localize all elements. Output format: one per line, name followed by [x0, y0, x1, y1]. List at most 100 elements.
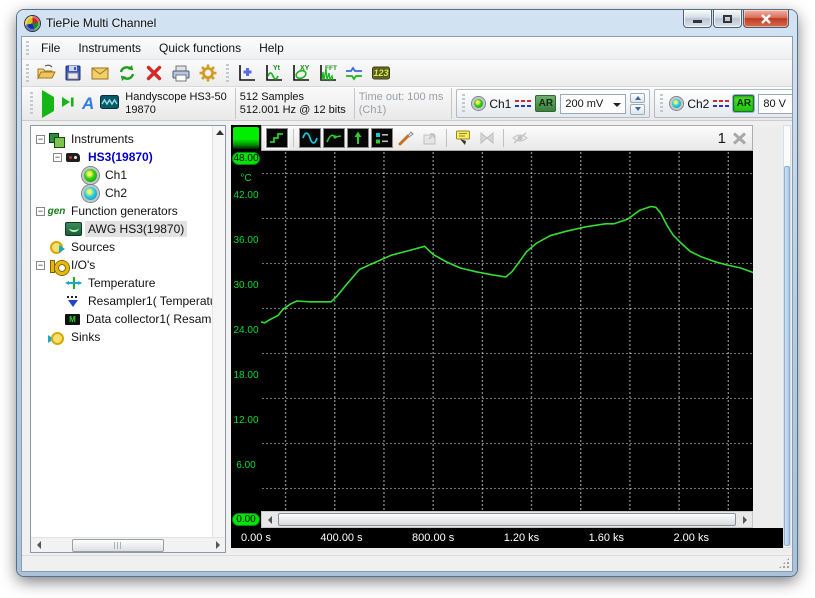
xy-graph-button[interactable]: XY: [287, 61, 313, 85]
tree-item-data-collector1-resample[interactable]: MData collector1( Resample: [31, 310, 212, 328]
tree-item-temperature[interactable]: Temperature: [31, 274, 212, 292]
ch2-coupling-icon[interactable]: [713, 99, 729, 109]
minimize-button[interactable]: [683, 10, 712, 28]
chart-workspace: 1 °C 48.0042.0036.0030.0024.0018.0012.00…: [231, 125, 789, 553]
yt-graph-button[interactable]: Yt: [260, 61, 286, 85]
sine-interpolation-button[interactable]: [299, 128, 321, 148]
ch2-range-select[interactable]: 80 V: [758, 94, 793, 114]
delete-button[interactable]: [141, 61, 167, 85]
tree-horizontal-scrollbar[interactable]: [31, 537, 225, 552]
close-button[interactable]: [743, 10, 789, 28]
autoscale-button[interactable]: [347, 128, 369, 148]
maximize-button[interactable]: [713, 10, 742, 28]
arrow-up-icon: [350, 130, 366, 146]
tree-item-hs3-19870[interactable]: −HS3(19870): [31, 148, 212, 166]
svg-text:XY: XY: [300, 65, 310, 72]
add-comment-button[interactable]: [452, 128, 474, 148]
zoom-rect-icon: [421, 129, 439, 147]
tree-item-resampler1-temperature[interactable]: Resampler1( Temperature: [31, 292, 212, 310]
y-axis-tick[interactable]: 48.00: [232, 152, 260, 165]
fft-graph-button[interactable]: FFT: [314, 61, 340, 85]
tree-vertical-scrollbar[interactable]: [212, 126, 225, 537]
ch1-range-value: 200 mV: [565, 98, 603, 110]
tree-item-instruments[interactable]: −Instruments: [31, 130, 212, 148]
window-title: TiePie Multi Channel: [46, 16, 156, 30]
ch1-led-icon[interactable]: [472, 97, 485, 110]
draw-button[interactable]: [395, 128, 417, 148]
graph-number: 1: [714, 130, 730, 147]
ch1-autorange-button[interactable]: AR: [535, 95, 556, 112]
tree-item-sources[interactable]: Sources: [31, 238, 212, 256]
settings-button[interactable]: [195, 61, 221, 85]
ch2-grip: [660, 94, 663, 113]
ch1-range-up-button[interactable]: [630, 93, 645, 104]
workspace-vertical-scrollbar[interactable]: [783, 125, 791, 548]
autodisk-button[interactable]: A: [82, 95, 94, 112]
tree-item-sinks[interactable]: Sinks: [31, 328, 212, 346]
ch1-range-select[interactable]: 200 mV: [560, 94, 626, 114]
menu-quick-functions[interactable]: Quick functions: [150, 38, 250, 58]
tree-expander-icon[interactable]: −: [36, 207, 45, 216]
resize-grip[interactable]: [778, 557, 790, 569]
ch1-coupling-icon[interactable]: [515, 99, 531, 109]
ch1-range-down-button[interactable]: [630, 104, 645, 115]
y-axis-handle[interactable]: [231, 125, 261, 151]
tree-expander-icon[interactable]: −: [53, 153, 62, 162]
left-arrow-icon: [268, 516, 272, 524]
tree-item-label: Ch2: [102, 185, 130, 201]
menu-file[interactable]: File: [32, 38, 69, 58]
start-button[interactable]: [42, 97, 54, 111]
menu-help[interactable]: Help: [250, 38, 293, 58]
hide-source-button[interactable]: [509, 128, 531, 148]
title-bar[interactable]: TiePie Multi Channel: [21, 10, 793, 36]
tree-hscroll-thumb[interactable]: [72, 539, 164, 552]
scroll-left-button[interactable]: [31, 538, 46, 553]
refresh-button[interactable]: [114, 61, 140, 85]
email-button[interactable]: [87, 61, 113, 85]
plot-scroll-left-button[interactable]: [262, 512, 277, 527]
add-graph-button[interactable]: [233, 61, 259, 85]
envelope-button[interactable]: [323, 128, 345, 148]
y-axis-tick[interactable]: 0.00: [232, 513, 260, 526]
graph-window: 1 °C 48.0042.0036.0030.0024.0018.0012.00…: [231, 125, 783, 548]
tree-expander-icon[interactable]: −: [36, 135, 45, 144]
zoom-window-button[interactable]: [419, 128, 441, 148]
tree-item-ch2[interactable]: Ch2: [31, 184, 212, 202]
scroll-right-button[interactable]: [210, 538, 225, 553]
tree-item-ch1[interactable]: Ch1: [31, 166, 212, 184]
save-button[interactable]: [60, 61, 86, 85]
y-axis[interactable]: °C 48.0042.0036.0030.0024.0018.0012.006.…: [231, 151, 261, 528]
print-button[interactable]: [168, 61, 194, 85]
sources-icon: [48, 240, 65, 255]
tree-item-i-o-s[interactable]: −I/O's: [31, 256, 212, 274]
delete-comment-button[interactable]: [476, 128, 498, 148]
transport-device-section: A Handyscope HS3-50 19870: [23, 88, 236, 119]
ch2-led-icon[interactable]: [670, 97, 683, 110]
ch2-autorange-button[interactable]: AR: [733, 95, 754, 112]
plot-hscroll-thumb[interactable]: [278, 513, 736, 526]
close-graph-button[interactable]: [732, 132, 747, 145]
waveform-chip-icon: [100, 95, 119, 109]
ch1-grip: [462, 94, 465, 113]
step-interpolation-button[interactable]: [266, 128, 288, 148]
minimize-icon: [693, 20, 702, 23]
open-button[interactable]: [33, 61, 59, 85]
plot-horizontal-scrollbar[interactable]: [261, 511, 753, 528]
tree-item-awg-hs3-19870[interactable]: AWG HS3(19870): [31, 220, 212, 238]
toolbar-separator: [446, 129, 447, 147]
channel-visibility-button[interactable]: [371, 128, 393, 148]
plot-area[interactable]: [261, 151, 753, 511]
open-folder-icon: [36, 63, 56, 83]
io-icon: [48, 258, 65, 273]
tree-item-function-generators[interactable]: −genFunction generators: [31, 202, 212, 220]
oneshot-button[interactable]: [60, 94, 76, 113]
timeout-source: (Ch1): [359, 104, 444, 117]
meter-button[interactable]: [341, 61, 367, 85]
menu-instruments[interactable]: Instruments: [69, 38, 150, 58]
tree-item-label: Sources: [68, 239, 118, 255]
workspace-vscroll-thumb[interactable]: [784, 166, 790, 546]
digital-display-button[interactable]: 123: [368, 61, 394, 85]
stream-button[interactable]: [100, 95, 119, 112]
tree-expander-icon[interactable]: −: [36, 261, 45, 270]
plot-scroll-right-button[interactable]: [737, 512, 752, 527]
